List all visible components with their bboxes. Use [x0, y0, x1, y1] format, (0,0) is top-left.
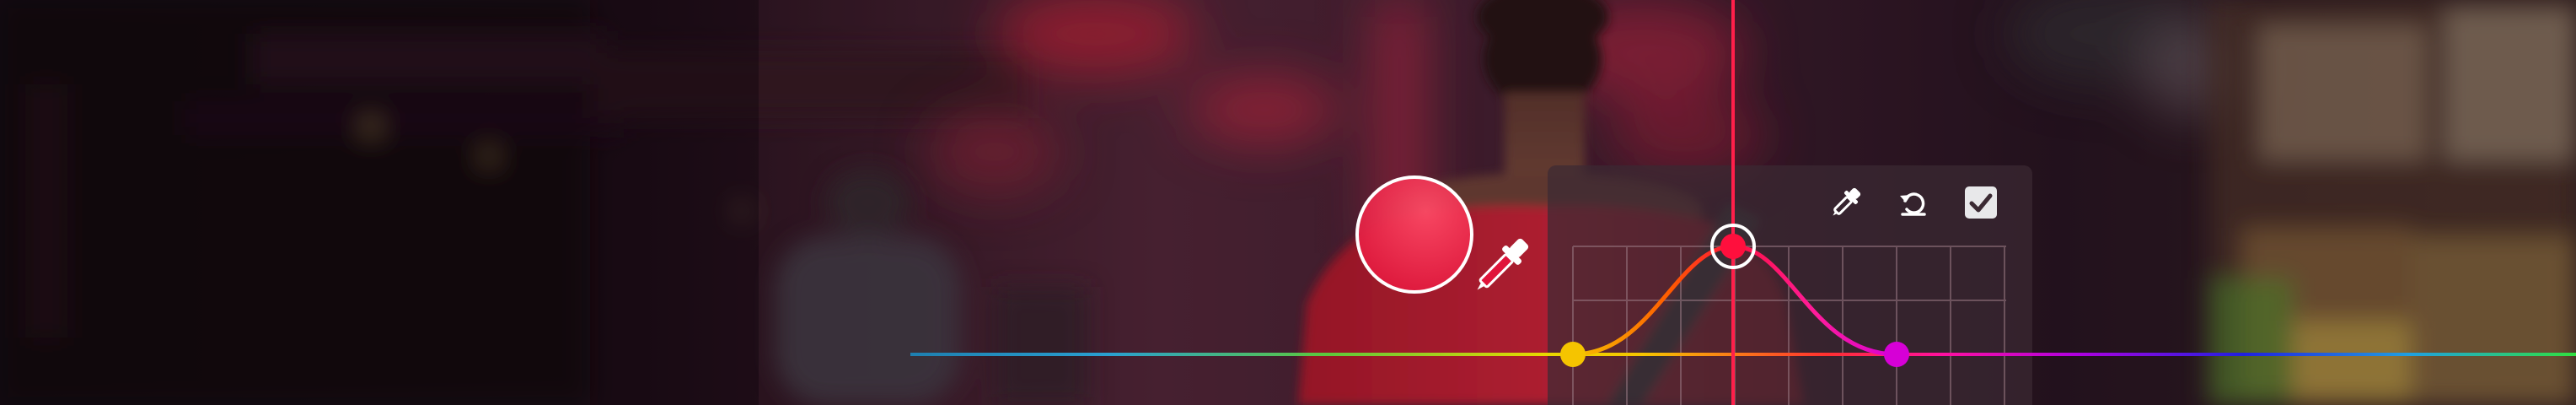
- reset-icon: [1900, 192, 1926, 216]
- checkbox-icon: [1965, 186, 1997, 219]
- confirm-button[interactable]: [1956, 177, 2006, 228]
- eyedropper-icon: [1833, 187, 1861, 216]
- eyedropper-icon[interactable]: [1469, 234, 1533, 298]
- curve-point-yellow[interactable]: [1560, 342, 1586, 367]
- reset-button[interactable]: [1888, 177, 1939, 228]
- panel-toolbar: [1821, 177, 2015, 228]
- curve-point-magenta[interactable]: [1884, 342, 1909, 367]
- eyedropper-tool-button[interactable]: [1821, 177, 1871, 228]
- hue-curve-editor: [0, 0, 2576, 405]
- sampled-color-swatch: [1355, 176, 1473, 294]
- hue-curve-overlay: [910, 0, 2576, 405]
